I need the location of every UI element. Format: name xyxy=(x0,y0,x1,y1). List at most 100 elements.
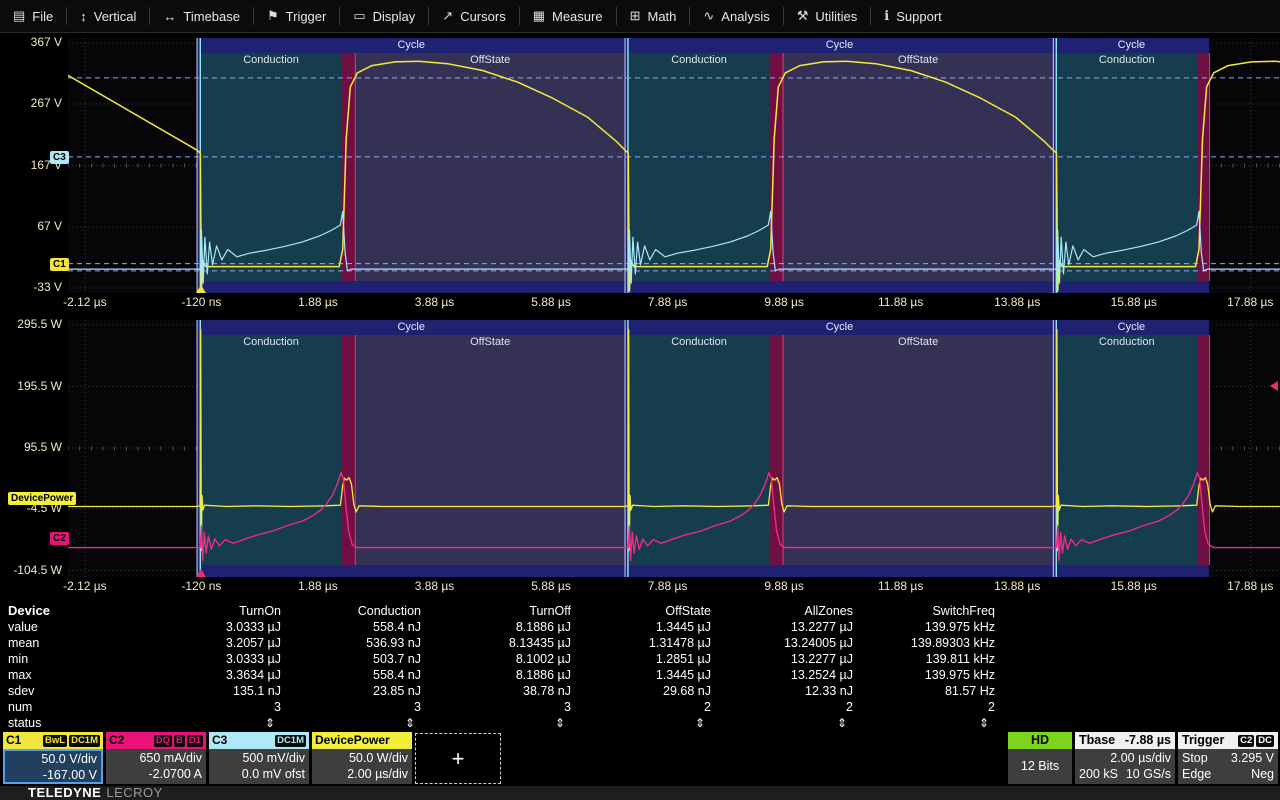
x-axis-label: 17.88 µs xyxy=(1205,295,1280,309)
x-axis-label: 9.88 µs xyxy=(739,295,829,309)
descriptor-header: C1BwLDC1M xyxy=(3,732,103,749)
menu-item-cursors[interactable]: ↗Cursors xyxy=(429,0,518,32)
trigger-body: Stop3.295 VEdgeNeg xyxy=(1178,749,1278,784)
add-trace-button[interactable]: + xyxy=(415,733,501,784)
x-axis-label: 15.88 µs xyxy=(1089,579,1179,593)
trigger-level-marker[interactable] xyxy=(1270,381,1278,391)
timebase-box[interactable]: Tbase-7.88 µs2.00 µs/div200 kS10 GS/s xyxy=(1075,732,1175,784)
measure-value-cell: 135.1 nJ xyxy=(190,683,285,699)
y-axis-label: -33 V xyxy=(0,280,62,294)
status-indicator-icon: ⇕ xyxy=(190,715,285,731)
voltage-grid[interactable]: ConductionOffStateConductionOffStateCond… xyxy=(68,38,1280,293)
measure-value-cell: 1.3445 µJ xyxy=(575,619,715,635)
descriptor-c2[interactable]: C2DQBD1650 mA/div-2.0700 A xyxy=(106,732,206,784)
coupling-badge: DC1M xyxy=(275,735,306,747)
coupling-badge: DC1M xyxy=(69,735,100,747)
menu-item-utilities[interactable]: ⚒Utilities xyxy=(784,0,871,32)
measure-value-cell: 38.78 nJ xyxy=(425,683,575,699)
descriptor-offset: 0.0 mV ofst xyxy=(213,766,305,782)
menu-item-file[interactable]: ▤File xyxy=(0,0,66,32)
menu-item-measure[interactable]: ▦Measure xyxy=(520,0,616,32)
x-axis-label: 9.88 µs xyxy=(739,579,829,593)
measure-row-mean: mean3.2057 µJ536.93 nJ8.13435 µJ1.31478 … xyxy=(0,635,1000,651)
menu-item-display[interactable]: ▭Display xyxy=(340,0,428,32)
measure-row-label: sdev xyxy=(0,683,190,699)
trigger-box[interactable]: Trigger C2DC Stop3.295 VEdgeNeg xyxy=(1178,732,1278,784)
x-axis-label: 3.88 µs xyxy=(390,579,480,593)
trigger-time-marker[interactable] xyxy=(196,285,206,293)
x-axis-label: 15.88 µs xyxy=(1089,295,1179,309)
x-axis-label: 1.88 µs xyxy=(273,295,363,309)
coupling-badge: DQ xyxy=(154,735,172,747)
descriptor-body: 50.0 W/div2.00 µs/div xyxy=(312,749,412,784)
measure-value-cell: 3 xyxy=(285,699,425,715)
descriptor-header: DevicePower xyxy=(312,732,412,749)
descriptor-body: 50.0 V/div-167.00 V xyxy=(3,749,103,784)
status-indicator-icon: ⇕ xyxy=(425,715,575,731)
y-axis-label: 295.5 W xyxy=(0,317,62,331)
measure-column-conduction: Conduction xyxy=(285,603,425,619)
x-axis-label: 7.88 µs xyxy=(623,295,713,309)
trigger-source-badge: C2 xyxy=(1238,735,1254,747)
support-icon: ℹ xyxy=(884,8,889,24)
cursors-icon: ↗ xyxy=(442,8,453,24)
status-indicator-icon: ⇕ xyxy=(285,715,425,731)
y-axis-label: 367 V xyxy=(0,35,62,49)
trigger-level: 3.295 V xyxy=(1231,750,1274,766)
menu-item-analysis[interactable]: ∿Analysis xyxy=(690,0,782,32)
descriptor-c3[interactable]: C3DC1M500 mV/div0.0 mV ofst xyxy=(209,732,309,784)
measure-row-min: min3.0333 µJ503.7 nJ8.1002 µJ1.2851 µJ13… xyxy=(0,651,1000,667)
x-axis-label: -2.12 µs xyxy=(40,579,130,593)
oscilloscope-screen: ▤File↕Vertical↔Timebase⚑Trigger▭Display↗… xyxy=(0,0,1280,800)
trace-offset-badge-c3[interactable]: C3 xyxy=(50,151,69,164)
measure-value-cell: 12.33 nJ xyxy=(715,683,857,699)
brand-lecroy: LECROY xyxy=(106,785,162,800)
measure-column-turnoff: TurnOff xyxy=(425,603,575,619)
hd-mode-box[interactable]: HD12 Bits xyxy=(1008,732,1072,784)
x-axis-label: -120 ns xyxy=(156,579,246,593)
descriptor-offset: -2.0700 A xyxy=(110,766,202,782)
measure-value-cell: 3.0333 µJ xyxy=(190,619,285,635)
x-axis-label: 13.88 µs xyxy=(972,295,1062,309)
math-icon: ⊞ xyxy=(630,8,641,24)
menu-item-math[interactable]: ⊞Math xyxy=(617,0,690,32)
measure-row-num: num333222 xyxy=(0,699,1000,715)
descriptor-header: C2DQBD1 xyxy=(106,732,206,749)
power-grid[interactable]: ConductionOffStateConductionOffStateCond… xyxy=(68,320,1280,577)
measure-row-label: mean xyxy=(0,635,190,651)
measure-row-label: min xyxy=(0,651,190,667)
trace-offset-badge-c2[interactable]: C2 xyxy=(50,532,69,545)
x-axis-label: 7.88 µs xyxy=(623,579,713,593)
trigger-source-badge: DC xyxy=(1256,735,1274,747)
trigger-time-marker[interactable] xyxy=(196,569,206,577)
hd-bits-label: 12 Bits xyxy=(1008,749,1072,784)
y-axis-label: 267 V xyxy=(0,96,62,110)
status-indicator-icon: ⇕ xyxy=(715,715,857,731)
trace-c2 xyxy=(68,473,1280,561)
trigger-label: Trigger xyxy=(1182,732,1224,749)
measure-column-switchfreq: SwitchFreq xyxy=(857,603,999,619)
measure-value-cell: 3 xyxy=(425,699,575,715)
descriptor-c1[interactable]: C1BwLDC1M50.0 V/div-167.00 V xyxy=(3,732,103,784)
descriptor-body: 650 mA/div-2.0700 A xyxy=(106,749,206,784)
descriptor-devicepower[interactable]: DevicePower50.0 W/div2.00 µs/div xyxy=(312,732,412,784)
trace-offset-badge-c1[interactable]: C1 xyxy=(50,258,69,271)
measure-value-cell: 139.975 kHz xyxy=(857,619,999,635)
trace-offset-badge-devicepower[interactable]: DevicePower xyxy=(8,492,76,505)
menu-item-timebase[interactable]: ↔Timebase xyxy=(150,0,253,32)
menu-item-label: File xyxy=(32,9,53,24)
measure-row-status: status⇕⇕⇕⇕⇕⇕ xyxy=(0,715,1000,731)
menu-item-support[interactable]: ℹSupport xyxy=(871,0,955,32)
x-axis-label: 5.88 µs xyxy=(506,295,596,309)
menu-item-trigger[interactable]: ⚑Trigger xyxy=(254,0,339,32)
menu-item-label: Display xyxy=(373,9,416,24)
measure-value-cell: 558.4 nJ xyxy=(285,667,425,683)
x-axis-label: 3.88 µs xyxy=(390,295,480,309)
measure-value-cell: 8.1886 µJ xyxy=(425,667,575,683)
menu-item-label: Trigger xyxy=(286,9,327,24)
menu-item-vertical[interactable]: ↕Vertical xyxy=(67,0,149,32)
measure-table-header-row: DeviceTurnOnConductionTurnOffOffStateAll… xyxy=(0,603,1000,619)
timebase-body: 2.00 µs/div200 kS10 GS/s xyxy=(1075,749,1175,784)
measure-column-turnon: TurnOn xyxy=(190,603,285,619)
measure-value-cell: 139.89303 kHz xyxy=(857,635,999,651)
